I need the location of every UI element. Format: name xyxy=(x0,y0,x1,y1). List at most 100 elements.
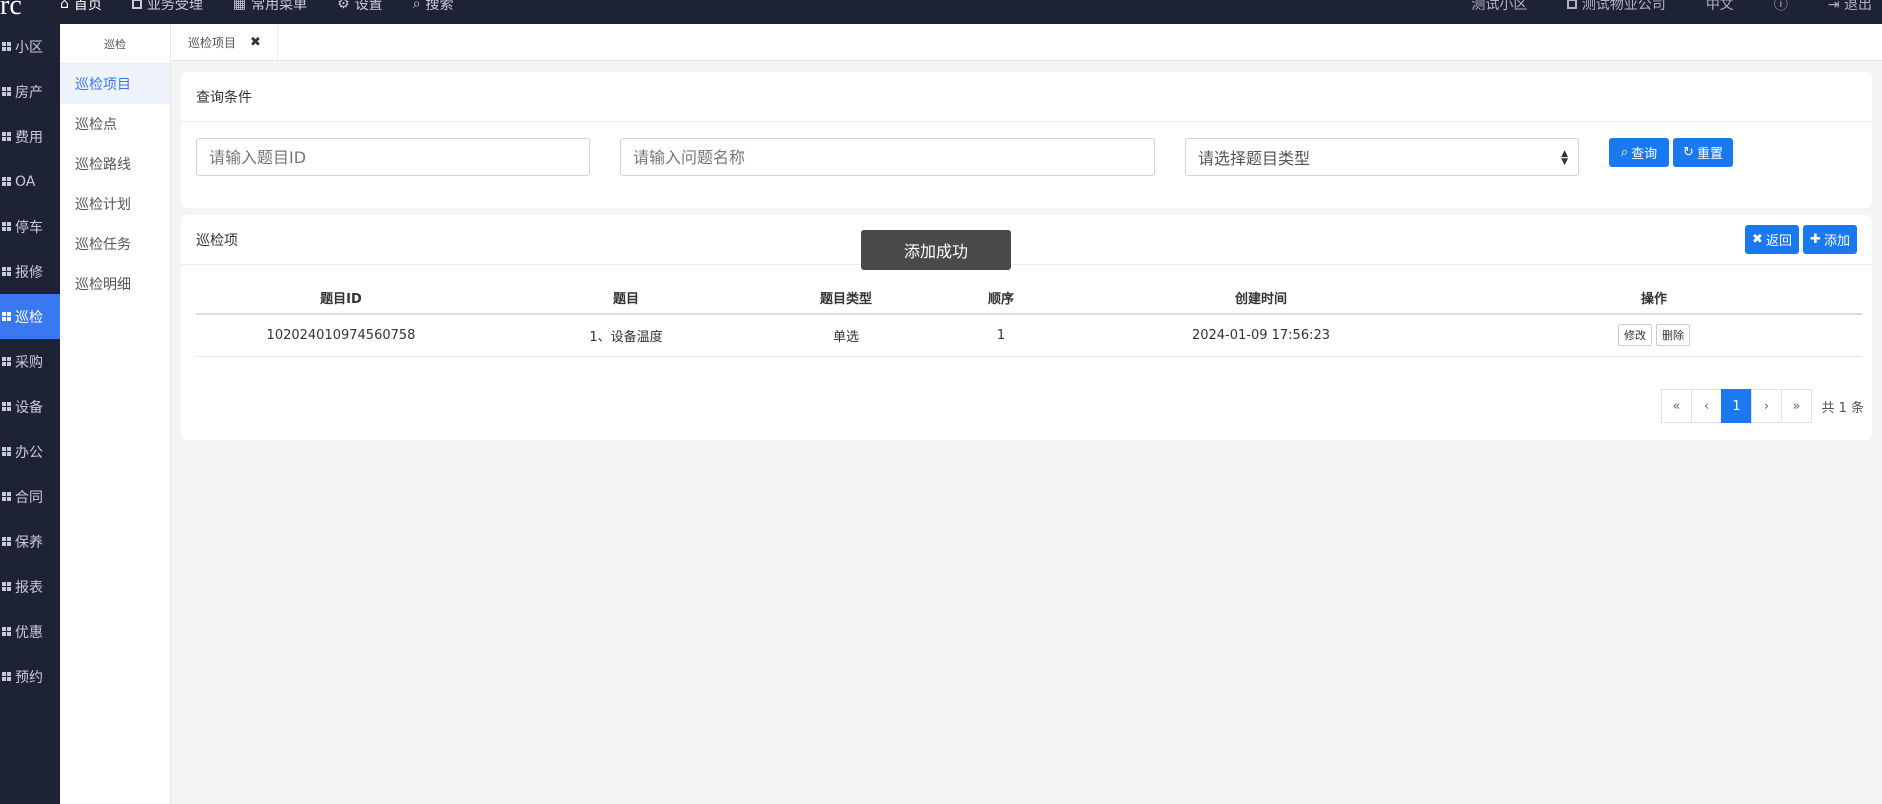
building-icon xyxy=(1567,0,1578,9)
inspection-items-table: 题目ID 题目 题目类型 顺序 创建时间 操作 1020240109745607… xyxy=(196,281,1862,357)
grid-icon xyxy=(2,402,11,411)
sidebar-item-property[interactable]: 房产 xyxy=(0,69,60,114)
tab-strip: 巡检项目 ✖ xyxy=(171,24,1882,61)
sidebar-item-oa[interactable]: OA xyxy=(0,159,60,204)
search-icon: ⌕ xyxy=(412,0,421,12)
grid-icon xyxy=(2,42,11,51)
nav-common-menu[interactable]: ▦ 常用菜单 xyxy=(233,0,307,14)
sidebar-item-contract[interactable]: 合同 xyxy=(0,474,60,519)
page-first[interactable]: « xyxy=(1661,389,1692,423)
sub-item-inspection-points[interactable]: 巡检点 xyxy=(60,104,170,144)
cell-question-id: 102024010974560758 xyxy=(196,314,486,357)
page-prev[interactable]: ‹ xyxy=(1691,389,1722,423)
sort-caret-icon: ▲ ▼ xyxy=(1561,149,1568,167)
grid-icon xyxy=(2,447,11,456)
edit-button[interactable]: 修改 xyxy=(1618,324,1652,347)
sidebar-item-maintenance[interactable]: 保养 xyxy=(0,519,60,564)
list-panel: 巡检项 ✖ 返回 ✚ 添加 题目ID 题目 题目类型 顺序 创建时间 操作 1020… xyxy=(181,215,1872,440)
sub-sidebar-title: 巡检 xyxy=(60,24,170,64)
logout-icon: ⇥ xyxy=(1827,0,1840,13)
back-button[interactable]: ✖ 返回 xyxy=(1745,225,1799,254)
col-order: 顺序 xyxy=(926,281,1076,315)
top-nav: ⌂ 首页 业务受理 ▦ 常用菜单 ⚙ 设置 ⌕ 搜索 xyxy=(60,0,454,14)
tab-label: 巡检项目 xyxy=(188,36,237,50)
tab-inspection-items[interactable]: 巡检项目 ✖ xyxy=(171,24,278,61)
sub-item-inspection-tasks[interactable]: 巡检任务 xyxy=(60,224,170,264)
page-last[interactable]: » xyxy=(1781,389,1812,423)
sidebar-item-parking[interactable]: 停车 xyxy=(0,204,60,249)
company-selector[interactable]: 测试物业公司 xyxy=(1567,0,1666,14)
plus-icon: ✚ xyxy=(1810,232,1821,247)
brand-logo: rc xyxy=(0,0,22,21)
grid-icon xyxy=(2,87,11,96)
page-number[interactable]: 1 xyxy=(1721,389,1752,423)
nav-settings[interactable]: ⚙ 设置 xyxy=(337,0,383,14)
table-header-row: 题目ID 题目 题目类型 顺序 创建时间 操作 xyxy=(196,281,1862,315)
cell-question-type: 单选 xyxy=(766,314,926,357)
gear-icon: ⚙ xyxy=(337,0,350,12)
briefcase-icon xyxy=(131,0,142,9)
sidebar-item-reports[interactable]: 报表 xyxy=(0,564,60,609)
query-panel-title: 查询条件 xyxy=(181,72,1872,122)
col-question-id: 题目ID xyxy=(196,281,486,315)
cell-order: 1 xyxy=(926,314,1076,357)
help-icon[interactable]: ⓘ xyxy=(1774,0,1788,14)
col-actions: 操作 xyxy=(1446,281,1862,315)
top-bar: rc ⌂ 首页 业务受理 ▦ 常用菜单 ⚙ 设置 ⌕ 搜索 测试小区 测试物业公司 中文… xyxy=(0,0,1882,24)
sub-item-inspection-items[interactable]: 巡检项目 xyxy=(60,64,170,104)
refresh-icon: ↻ xyxy=(1683,145,1694,160)
question-type-select[interactable]: 请选择题目类型 ▲ ▼ xyxy=(1185,138,1579,176)
table-row: 102024010974560758 1、设备温度 单选 1 2024-01-0… xyxy=(196,314,1862,357)
col-question: 题目 xyxy=(486,281,766,315)
grid-icon xyxy=(2,537,11,546)
language-selector[interactable]: 中文 xyxy=(1706,0,1734,14)
sub-item-inspection-details[interactable]: 巡检明细 xyxy=(60,264,170,304)
sub-item-inspection-routes[interactable]: 巡检路线 xyxy=(60,144,170,184)
sidebar-item-purchase[interactable]: 采购 xyxy=(0,339,60,384)
sub-sidebar: 巡检 巡检项目 巡检点 巡检路线 巡检计划 巡检任务 巡检明细 xyxy=(60,24,171,804)
success-toast: 添加成功 xyxy=(861,230,1011,270)
total-count: 共 1 条 xyxy=(1821,401,1864,416)
close-icon: ✖ xyxy=(1752,232,1763,247)
nav-search[interactable]: ⌕ 搜索 xyxy=(413,0,454,14)
cell-question: 1、设备温度 xyxy=(486,314,766,357)
col-created-time: 创建时间 xyxy=(1076,281,1446,315)
logout-button[interactable]: ⇥ 退出 xyxy=(1828,0,1872,14)
question-type-placeholder: 请选择题目类型 xyxy=(1198,149,1311,168)
delete-button[interactable]: 删除 xyxy=(1656,324,1690,347)
close-icon[interactable]: ✖ xyxy=(250,35,261,50)
question-name-input[interactable] xyxy=(620,138,1155,176)
grid-icon xyxy=(2,312,11,321)
grid-icon: ▦ xyxy=(232,0,247,12)
sidebar-item-repair[interactable]: 报修 xyxy=(0,249,60,294)
grid-icon xyxy=(2,132,11,141)
sidebar-item-equipment[interactable]: 设备 xyxy=(0,384,60,429)
grid-icon xyxy=(2,627,11,636)
search-icon: ⌕ xyxy=(1620,145,1629,160)
top-right: 测试小区 测试物业公司 中文 ⓘ ⇥ 退出 xyxy=(1471,0,1872,14)
col-question-type: 题目类型 xyxy=(766,281,926,315)
grid-icon xyxy=(2,357,11,366)
sidebar-item-community[interactable]: 小区 xyxy=(0,24,60,69)
grid-icon xyxy=(2,672,11,681)
cell-created-time: 2024-01-09 17:56:23 xyxy=(1076,314,1446,357)
pagination: « ‹ 1 › » xyxy=(1661,389,1812,423)
query-panel: 查询条件 请选择题目类型 ▲▼ ⌕查询 ↻重置 xyxy=(181,72,1872,208)
sidebar-item-office[interactable]: 办公 xyxy=(0,429,60,474)
sub-item-inspection-plans[interactable]: 巡检计划 xyxy=(60,184,170,224)
search-button[interactable]: ⌕ 查询 xyxy=(1609,138,1669,167)
sidebar-item-booking[interactable]: 预约 xyxy=(0,654,60,699)
question-id-input[interactable] xyxy=(196,138,590,176)
community-selector[interactable]: 测试小区 xyxy=(1471,0,1527,14)
sidebar-item-fees[interactable]: 费用 xyxy=(0,114,60,159)
add-button[interactable]: ✚ 添加 xyxy=(1803,225,1857,254)
home-icon: ⌂ xyxy=(60,0,69,12)
page-next[interactable]: › xyxy=(1751,389,1782,423)
grid-icon xyxy=(2,492,11,501)
nav-business[interactable]: 业务受理 xyxy=(131,0,203,14)
nav-home[interactable]: ⌂ 首页 xyxy=(60,0,102,14)
sidebar-item-inspection[interactable]: 巡检 xyxy=(0,294,60,339)
sidebar-item-discount[interactable]: 优惠 xyxy=(0,609,60,654)
reset-button[interactable]: ↻ 重置 xyxy=(1673,138,1733,167)
grid-icon xyxy=(2,582,11,591)
